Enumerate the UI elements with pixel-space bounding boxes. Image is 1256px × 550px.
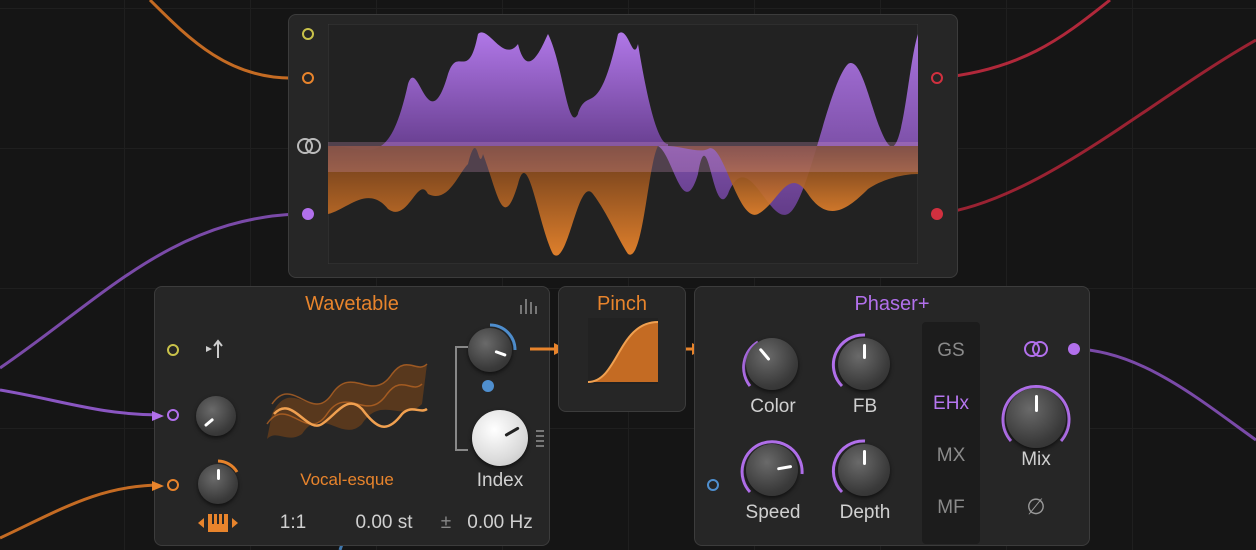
wavetable-preset-name[interactable]: Vocal-esque [282,470,412,490]
color-label: Color [750,396,796,417]
depth-label: Depth [839,502,891,523]
index-label: Index [476,470,524,491]
wavetable-purple-port[interactable] [167,409,179,421]
semitone-value[interactable]: 0.00 st [344,512,424,534]
scope-purple-input-port[interactable] [302,208,314,220]
wavetable-knob-1[interactable] [196,396,236,436]
cable-red-bottom [937,38,1256,216]
depth-knob[interactable] [838,444,890,496]
cable-red-top [937,0,1111,80]
mode-mx[interactable]: MX [922,445,980,467]
phaser-output-port[interactable] [1068,343,1080,355]
pinch-curve [588,318,658,384]
phaser-title: Phaser+ [854,293,930,315]
phaser-blue-port[interactable] [707,479,719,491]
wavetable-orange-port[interactable] [167,479,179,491]
mix-knob[interactable] [1006,388,1066,448]
color-knob[interactable] [746,338,798,390]
keyboard-tracking-icon[interactable] [196,512,240,534]
stereo-link-icon[interactable] [1022,339,1050,359]
scope-orange-input-port[interactable] [302,72,314,84]
wavetable-yellow-port[interactable] [167,344,179,356]
pinch-title: Pinch [596,293,648,315]
pitch-arrow-icon[interactable] [204,338,226,360]
mix-label: Mix [1021,449,1051,470]
purple-arrow-icon [152,411,164,421]
cable-purple-left [0,388,163,417]
hz-value[interactable]: 0.00 Hz [458,512,542,534]
scope-red-output-port-1[interactable] [931,72,943,84]
mode-gs[interactable]: GS [922,340,980,362]
waveform-display [328,24,918,264]
speed-knob[interactable] [746,444,798,496]
fb-label: FB [852,396,878,417]
index-knob[interactable] [472,410,528,466]
wavetable-title: Wavetable [305,293,399,315]
mode-mf[interactable]: MF [922,497,980,519]
phaser-mode-selector: GS EHx MX MF [922,322,980,544]
index-steps-icon [536,430,544,447]
mode-ehx[interactable]: EHx [922,393,980,415]
ratio-value[interactable]: 1:1 [268,512,318,534]
stereo-link-icon[interactable] [296,136,322,156]
phase-invert-icon[interactable]: ∅ [1020,494,1052,520]
orange-arrow-icon [152,481,164,491]
index-blue-port[interactable] [482,380,494,392]
cable-orange-top [148,0,297,80]
fb-knob[interactable] [838,338,890,390]
plus-minus-symbol: ± [440,512,452,533]
scope-red-output-port-2[interactable] [931,208,943,220]
wavetable-3d-display [266,363,428,439]
spectrum-bars-icon[interactable] [518,296,542,314]
cable-orange-left [0,483,163,540]
scope-yellow-port[interactable] [302,28,314,40]
cable-purple-right [1073,347,1256,442]
speed-label: Speed [745,502,801,523]
wavetable-knob-2[interactable] [198,464,238,504]
